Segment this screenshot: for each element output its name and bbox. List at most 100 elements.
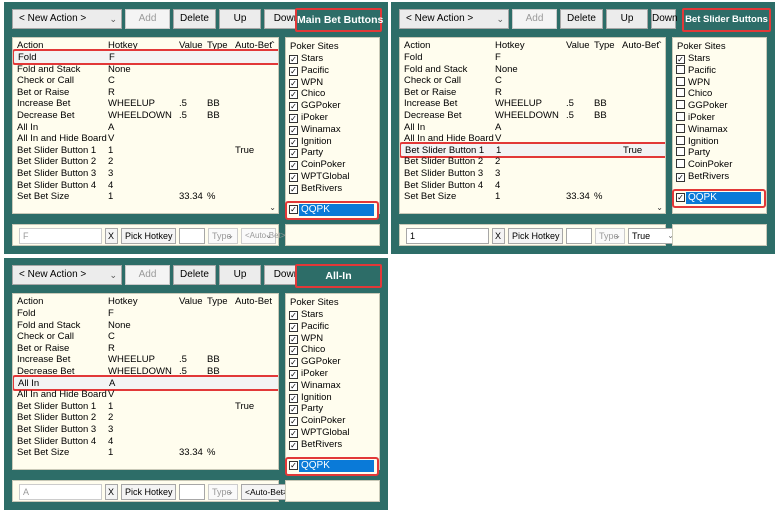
checkbox-icon[interactable]: ✓	[289, 417, 298, 427]
checkbox-icon[interactable]: ✓	[289, 334, 298, 344]
value-input[interactable]	[566, 228, 592, 244]
table-row[interactable]: Bet Slider Button 2 2	[400, 156, 665, 168]
column-auto-bet[interactable]: Auto-Bet	[235, 296, 272, 308]
site-item[interactable]: CoinPoker	[676, 159, 732, 171]
checkbox-icon[interactable]: ✓	[289, 78, 298, 88]
site-item[interactable]: ✓ WPTGlobal	[289, 427, 350, 439]
checkbox-icon[interactable]: ✓	[289, 184, 298, 194]
site-item[interactable]: WPN	[676, 76, 710, 89]
hotkey-input[interactable]: A	[19, 484, 102, 500]
table-row[interactable]: Bet Slider Button 3 3	[400, 168, 665, 180]
site-item[interactable]: ✓ GGPoker	[289, 356, 341, 368]
table-row[interactable]: Check or Call C	[13, 331, 278, 343]
site-item[interactable]: ✓ iPoker	[289, 112, 328, 124]
table-row[interactable]: Increase Bet WHEELUP .5 BB	[13, 354, 278, 366]
add-button[interactable]: Add	[125, 9, 170, 29]
site-item[interactable]: ✓ WPN	[289, 333, 323, 345]
table-row[interactable]: Bet or Raise R	[13, 87, 278, 99]
site-item[interactable]: iPoker	[676, 112, 715, 124]
table-row[interactable]: Fold F	[13, 308, 278, 320]
checkbox-icon[interactable]: ✓	[289, 358, 298, 368]
table-row[interactable]: All In A	[400, 122, 665, 134]
column-hotkey[interactable]: Hotkey	[495, 40, 525, 52]
auto-bet-select[interactable]: <Auto-Bet> ⌄	[241, 484, 291, 500]
table-row[interactable]: All In A	[13, 374, 278, 391]
site-item[interactable]: Party	[676, 147, 710, 159]
checkbox-icon[interactable]: ✓	[289, 393, 298, 403]
table-row[interactable]: Bet Slider Button 2 2	[13, 156, 278, 168]
table-row[interactable]: Check or Call C	[400, 75, 665, 87]
site-item[interactable]: ✓ CoinPoker	[289, 415, 345, 427]
type-select[interactable]: Type ⌄	[595, 228, 625, 244]
site-item[interactable]: ✓ BetRivers	[289, 183, 342, 195]
table-row[interactable]: Bet Slider Button 1 1 True	[13, 145, 278, 157]
table-row[interactable]: Set Bet Size 1 33.34%	[400, 191, 665, 203]
site-item[interactable]: ✓ Stars	[676, 53, 710, 65]
table-row[interactable]: Increase Bet WHEELUP .5 BB	[400, 98, 665, 110]
table-row[interactable]: All In and Hide Board V	[13, 389, 278, 401]
delete-button[interactable]: Delete	[560, 9, 603, 29]
selected-site-highlight[interactable]: ✓ QQPK	[285, 201, 379, 220]
table-row[interactable]: Set Bet Size 1 33.34%	[13, 191, 278, 203]
checkbox-icon[interactable]	[676, 135, 685, 145]
table-row[interactable]: Decrease Bet WHEELDOWN .5 BB	[13, 110, 278, 122]
checkbox-icon[interactable]: ✓	[289, 90, 298, 100]
selected-site-highlight[interactable]: ✓ QQPK	[285, 457, 379, 476]
site-item[interactable]: ✓ BetRivers	[289, 439, 342, 451]
checkbox-icon[interactable]: ✓	[289, 161, 298, 171]
checkbox-icon[interactable]	[676, 100, 685, 110]
type-select[interactable]: Type ⌄	[208, 228, 238, 244]
column-value[interactable]: Value	[566, 40, 590, 52]
add-button[interactable]: Add	[125, 265, 170, 285]
checkbox-icon[interactable]: ✓	[289, 55, 298, 64]
clear-hotkey-button[interactable]: X	[492, 228, 505, 244]
table-row[interactable]: Fold F	[13, 49, 278, 65]
table-row[interactable]: Check or Call C	[13, 75, 278, 87]
pick-hotkey-button[interactable]: Pick Hotkey	[121, 228, 176, 244]
auto-bet-select[interactable]: True ⌄	[628, 228, 678, 244]
column-type[interactable]: Type	[594, 40, 615, 52]
checkbox-icon[interactable]	[676, 123, 685, 133]
checkbox-icon[interactable]: ✓	[676, 55, 685, 64]
down-button[interactable]: Down	[651, 9, 678, 29]
site-item[interactable]: Winamax	[676, 123, 728, 136]
table-row[interactable]: Bet Slider Button 4 4	[400, 180, 665, 192]
column-value[interactable]: Value	[179, 296, 203, 308]
table-row[interactable]: Bet Slider Button 2 2	[13, 412, 278, 424]
auto-bet-select[interactable]: <Auto-Bet> ⌄	[241, 228, 285, 244]
site-item[interactable]: Pacific	[676, 64, 716, 77]
column-action[interactable]: Action	[404, 40, 430, 52]
new-action-dropdown[interactable]: < New Action > ⌄	[12, 9, 122, 29]
checkbox-icon[interactable]: ✓	[289, 137, 298, 147]
column-type[interactable]: Type	[207, 296, 228, 308]
site-item[interactable]: ✓ CoinPoker	[289, 159, 345, 171]
scroll-up-icon[interactable]: ⌃	[656, 40, 663, 49]
checkbox-icon[interactable]: ✓	[289, 125, 298, 135]
checkbox-icon[interactable]: ✓	[289, 370, 298, 379]
checkbox-icon[interactable]: ✓	[289, 405, 298, 415]
table-row[interactable]: Bet Slider Button 1 1 True	[13, 401, 278, 413]
checkbox-icon[interactable]	[676, 159, 685, 169]
table-row[interactable]: Bet Slider Button 1 1 True	[400, 141, 665, 158]
table-row[interactable]: Fold and Stack None	[13, 320, 278, 332]
checkbox-icon[interactable]: ✓	[676, 193, 685, 202]
delete-button[interactable]: Delete	[173, 265, 216, 285]
checkbox-icon[interactable]: ✓	[289, 114, 298, 123]
selected-site-highlight[interactable]: ✓ QQPK	[672, 189, 766, 208]
table-row[interactable]: Fold and Stack None	[13, 64, 278, 76]
site-item[interactable]: ✓ Winamax	[289, 380, 341, 392]
site-item[interactable]: ✓ Chico	[289, 344, 325, 356]
table-row[interactable]: Fold and Stack None	[400, 64, 665, 76]
site-item[interactable]: ✓ Ignition	[289, 136, 332, 148]
column-action[interactable]: Action	[17, 296, 43, 308]
checkbox-icon[interactable]: ✓	[289, 440, 298, 450]
value-input[interactable]	[179, 228, 205, 244]
table-row[interactable]: All In and Hide Board V	[13, 133, 278, 145]
site-item[interactable]: ✓ WPTGlobal	[289, 171, 350, 183]
checkbox-icon[interactable]: ✓	[676, 173, 685, 182]
pick-hotkey-button[interactable]: Pick Hotkey	[508, 228, 563, 244]
checkbox-icon[interactable]: ✓	[289, 461, 298, 470]
checkbox-icon[interactable]: ✓	[289, 429, 298, 438]
checkbox-icon[interactable]: ✓	[289, 149, 298, 159]
scroll-down-icon[interactable]: ⌄	[269, 203, 276, 212]
